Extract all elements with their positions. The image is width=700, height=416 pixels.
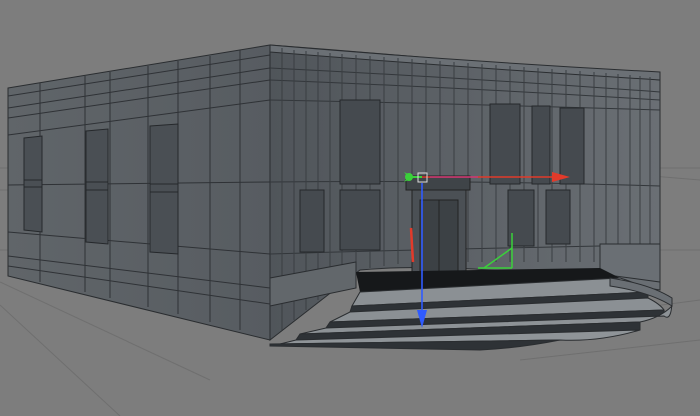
left-facade: [7, 44, 271, 341]
y-axis-knob-icon[interactable]: [405, 173, 413, 181]
entrance-door: [405, 175, 471, 273]
3d-viewport[interactable]: [0, 0, 700, 416]
viewport-canvas[interactable]: [0, 0, 700, 416]
building-model[interactable]: [7, 44, 673, 351]
